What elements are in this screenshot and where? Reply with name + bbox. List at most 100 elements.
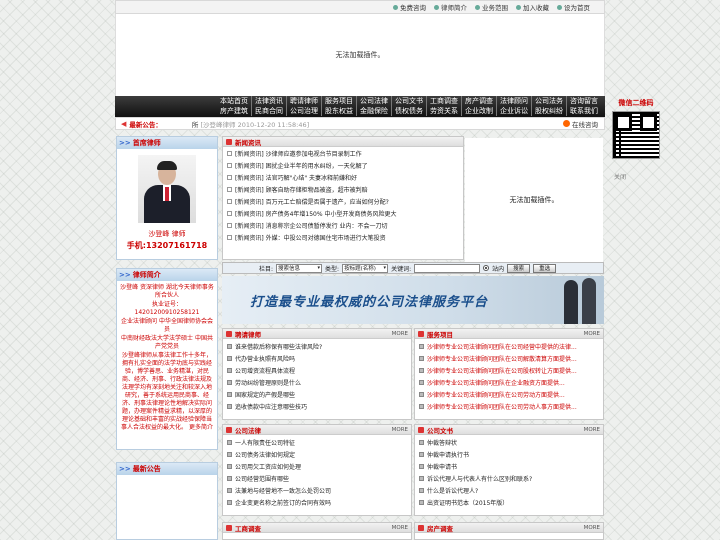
list-item[interactable]: 公司经营范围有哪些: [227, 472, 407, 484]
list-item[interactable]: [新闻资讯] 百万元工亡赔偿是否属于遗产，应当如何分配?: [227, 196, 459, 208]
dot-icon: [434, 4, 439, 10]
slogan-banner: 打造最专业最权威的公司法律服务平台: [222, 276, 604, 324]
list-item[interactable]: 法兼地与经营地不一致怎么处罚公司: [227, 484, 407, 496]
nav-item[interactable]: 服务项目: [321, 96, 356, 106]
nav-item[interactable]: 公司法律: [356, 96, 391, 106]
site-radio[interactable]: [483, 265, 490, 271]
nav-item[interactable]: 债权债务: [391, 106, 426, 116]
list-item[interactable]: 追收债款中应注意哪些技巧: [227, 400, 407, 412]
list-item[interactable]: [新闻资讯] 外媒：中投公司对德国住宅市场进行大笔投资: [227, 231, 459, 243]
lawyer-photo[interactable]: [138, 155, 196, 223]
list-item[interactable]: 出资证明书范本（2015年版）: [419, 496, 599, 508]
add-favorite-link[interactable]: 加入收藏: [516, 2, 549, 12]
bullet-icon: [419, 391, 424, 397]
bullet-icon: [227, 451, 232, 457]
list-item[interactable]: [新闻资讯] 顾客自助存储柜物品被盗，超市被判赔: [227, 184, 459, 196]
notice-date: 2010-12-20 11:58:46: [237, 120, 307, 129]
dot-icon: [393, 4, 398, 10]
bullet-icon: [227, 187, 232, 193]
nav-item[interactable]: 联系我们: [566, 106, 601, 116]
dot-icon: [475, 4, 480, 10]
list-item[interactable]: 仲裁申请执行书: [419, 448, 599, 460]
nav-item[interactable]: 房产调查: [461, 96, 496, 106]
nav-row-1: 本站首页 法律资讯 聘请律师 服务项目 公司法律 公司文书 工商调查 房产调查 …: [115, 96, 605, 106]
list-item[interactable]: 公司增资流程具体流程: [227, 364, 407, 376]
list-item[interactable]: 一人有限责任公司特征: [227, 436, 407, 448]
nav-item[interactable]: 金融保险: [356, 106, 391, 116]
list-item[interactable]: 沙律师专业公司法律顾问团队在公司劳动人事方面提供...: [419, 400, 599, 412]
lawyer-intro-link[interactable]: 律师简介: [434, 2, 467, 12]
online-consult-link[interactable]: 在线咨询: [563, 119, 598, 129]
more-link[interactable]: MORE: [584, 331, 600, 337]
nav-item[interactable]: 劳资关系: [426, 106, 461, 116]
list-item[interactable]: 沙律师专业公司法律顾问团队在公司股权转让方面提供...: [419, 364, 599, 376]
close-ad-link[interactable]: 关闭: [614, 172, 626, 181]
wechat-qr-title: 微信二维码: [618, 99, 654, 107]
list-item[interactable]: 代办营业执照有风险吗: [227, 352, 407, 364]
list-item[interactable]: 企业变更名称之前签订的合同有效吗: [227, 496, 407, 508]
person-image: [564, 280, 578, 324]
nav-item[interactable]: 公司法务: [531, 96, 566, 106]
column-select[interactable]: 搜索信息: [276, 263, 323, 273]
list-item[interactable]: 劳动纠纷管理原则是什么: [227, 376, 407, 388]
nav-item[interactable]: 房产建筑: [217, 106, 251, 116]
nav-item[interactable]: 法律顾问: [496, 96, 531, 106]
lawyer-intro-text: 沙登峰 资深律师 湖北今天律师事务所合伙人 执业证号： 142012009102…: [120, 284, 214, 431]
list-item[interactable]: [新闻资讯] 法官巧解"心结" 夫妻冰释前嫌和好: [227, 172, 459, 184]
nav-item[interactable]: 工商调查: [426, 96, 461, 106]
business-scope-link[interactable]: 业务范围: [475, 2, 508, 12]
business-survey-box: 工商调查 MORE: [222, 522, 412, 540]
notice-label: 最新公告：: [129, 120, 162, 129]
list-item[interactable]: [新闻资讯] 困扰企业半年的用水纠纷，一天化解了: [227, 160, 459, 172]
nav-item[interactable]: 公司治理: [286, 106, 321, 116]
list-item[interactable]: 沙律师专业公司法律顾问团队在企业融资方面提供...: [419, 376, 599, 388]
reset-button[interactable]: 重选: [533, 263, 557, 273]
nav-item[interactable]: 本站首页: [217, 96, 251, 106]
news-title: 新闻资讯: [235, 138, 261, 147]
nav-item[interactable]: 股权纠纷: [531, 106, 566, 116]
section-icon: [226, 330, 232, 337]
more-link[interactable]: MORE: [584, 427, 600, 433]
list-item[interactable]: [新闻资讯] 房产债务4年增150% 中小型开发商债务风险更大: [227, 207, 459, 219]
list-item[interactable]: 什么是诉讼代理人?: [419, 484, 599, 496]
bullet-icon: [419, 379, 424, 385]
bullet-icon: [227, 222, 232, 228]
keyword-input[interactable]: [414, 263, 481, 273]
more-link[interactable]: MORE: [392, 525, 408, 531]
list-item[interactable]: 沙律师专业公司法律顾问团队在公司劳动方面提供...: [419, 388, 599, 400]
set-homepage-link[interactable]: 设为首页: [557, 2, 590, 12]
bullet-icon: [227, 487, 232, 493]
company-law-box: 公司法律 MORE 一人有限责任公司特征 公司债务法律如何规定 公司用欠工资应如何…: [222, 424, 412, 516]
nav-item[interactable]: 股东权益: [321, 106, 356, 116]
more-link[interactable]: MORE: [392, 331, 408, 337]
nav-item[interactable]: 企业改制: [461, 106, 496, 116]
list-item[interactable]: 仲裁申请书: [419, 460, 599, 472]
arrow-icon: >>: [119, 139, 131, 147]
bullet-icon: [419, 475, 424, 481]
nav-item[interactable]: 咨询留言: [566, 96, 601, 106]
list-item[interactable]: 沙律师专业公司法律顾问团队在公司经营中提供的法律...: [419, 340, 599, 352]
type-select[interactable]: 按标题(名称): [342, 263, 389, 273]
free-consult-link[interactable]: 免费咨询: [393, 2, 426, 12]
nav-item[interactable]: 法律资讯: [251, 96, 286, 106]
company-docs-box: 公司文书 MORE 仲裁答辩状 仲裁申请执行书 仲裁申请书 诉讼代理人与代表人有什…: [414, 424, 604, 516]
search-button[interactable]: 搜索: [507, 263, 531, 273]
list-item[interactable]: 公司债务法律如何规定: [227, 448, 407, 460]
nav-item[interactable]: 公司文书: [391, 96, 426, 106]
list-item[interactable]: 国家规定的产假是哪些: [227, 388, 407, 400]
bullet-icon: [227, 475, 232, 481]
more-link[interactable]: MORE: [392, 427, 408, 433]
list-item[interactable]: 沙律师专业公司法律顾问团队在公司解散清算方面提供...: [419, 352, 599, 364]
list-item[interactable]: [新闻资讯] 沙律师应邀参加电视台节目录制工作: [227, 148, 459, 160]
list-item[interactable]: [新闻资讯] 消息称宗企公司债暂停发行 业内：不会一刀切: [227, 219, 459, 231]
list-item[interactable]: 仲裁答辩状: [419, 436, 599, 448]
nav-item[interactable]: 企业诉讼: [496, 106, 531, 116]
list-item[interactable]: 公司用欠工资应如何处理: [227, 460, 407, 472]
more-link[interactable]: MORE: [584, 525, 600, 531]
nav-item[interactable]: 民商合同: [251, 106, 286, 116]
bullet-icon: [227, 403, 232, 409]
nav-item[interactable]: 聘请律师: [286, 96, 321, 106]
list-item[interactable]: 谁来借款后称保有哪些法律风险?: [227, 340, 407, 352]
lawyer-name: 沙登峰 律师: [148, 230, 186, 238]
list-item[interactable]: 诉讼代理人与代表人有什么区别和联系?: [419, 472, 599, 484]
